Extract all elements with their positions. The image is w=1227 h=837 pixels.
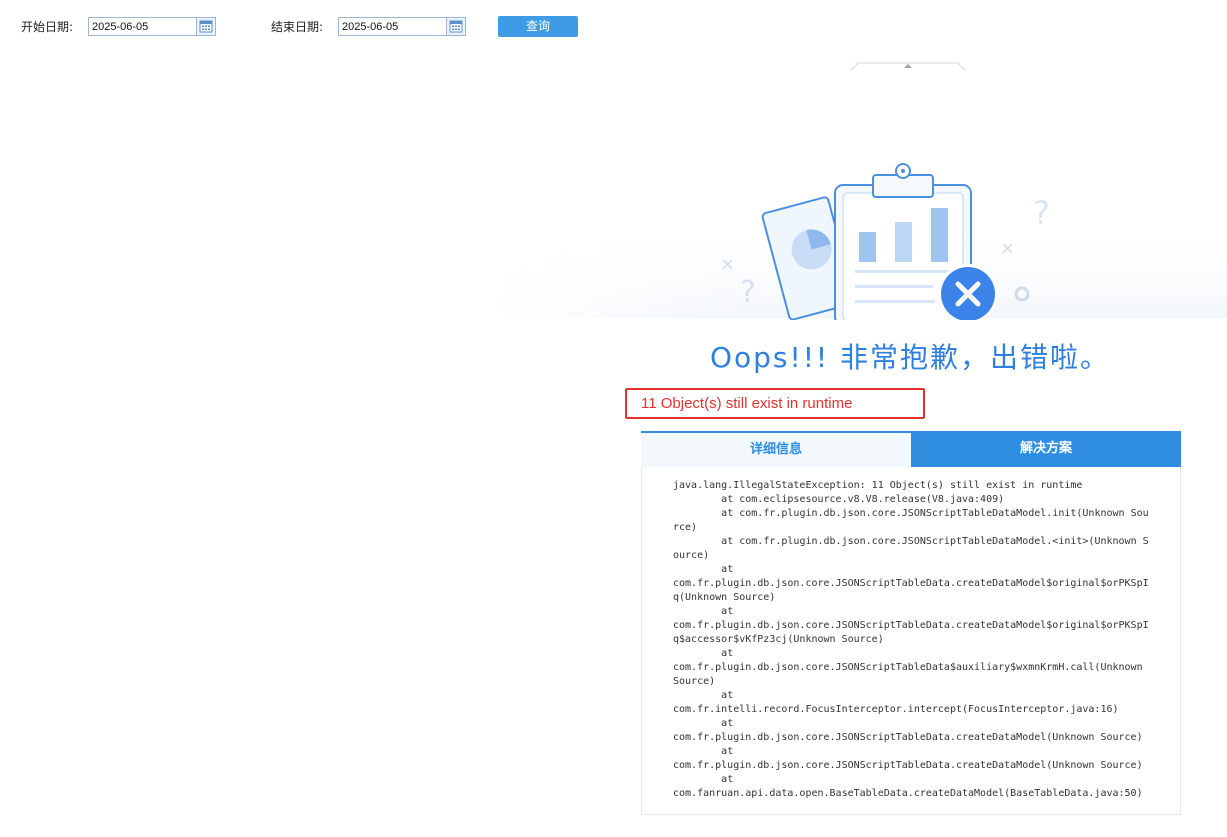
end-date-value: 2025-06-05 [342, 21, 399, 33]
calendar-icon[interactable] [196, 18, 215, 35]
query-button[interactable]: 查询 [498, 16, 578, 37]
error-message: 11 Object(s) still exist in runtime [625, 388, 925, 419]
end-date-input[interactable]: 2025-06-05 [338, 17, 466, 36]
stack-trace-text: java.lang.IllegalStateException: 11 Obje… [673, 480, 1149, 799]
end-date-label: 结束日期: [271, 20, 324, 34]
start-date-input[interactable]: 2025-06-05 [88, 17, 216, 36]
svg-text:?: ? [1033, 194, 1050, 232]
svg-text:?: ? [740, 275, 756, 310]
tab-solution[interactable]: 解决方案 [911, 431, 1181, 467]
tab-details[interactable]: 详细信息 [641, 431, 911, 467]
calendar-icon[interactable] [446, 18, 465, 35]
svg-text:×: × [1000, 238, 1015, 259]
svg-text:×: × [720, 254, 735, 275]
chevron-up-icon[interactable] [850, 56, 966, 71]
error-title: Oops!!! 非常抱歉，出错啦。 [709, 341, 1111, 374]
filter-toolbar: 开始日期: 2025-06-05 结束日期: 2025-06-05 查询 [0, 0, 1227, 55]
start-date-label: 开始日期: [21, 20, 74, 34]
error-illustration: × ? ? × [488, 150, 1227, 326]
start-date-value: 2025-06-05 [92, 21, 149, 33]
stack-trace-panel[interactable]: java.lang.IllegalStateException: 11 Obje… [641, 467, 1181, 815]
error-tabs: 详细信息 解决方案 [641, 431, 1181, 467]
